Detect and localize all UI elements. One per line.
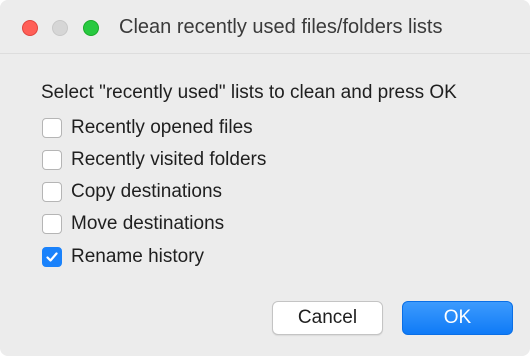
dialog-window: Clean recently used files/folders lists …: [0, 0, 530, 356]
option-recently-visited-folders[interactable]: Recently visited folders: [42, 147, 266, 173]
checkmark-icon: [46, 252, 58, 262]
checkbox-rename-history[interactable]: [42, 247, 62, 267]
dialog-prompt: Select "recently used" lists to clean an…: [41, 82, 457, 103]
option-move-destinations[interactable]: Move destinations: [42, 211, 224, 237]
option-recently-opened-files[interactable]: Recently opened files: [42, 115, 253, 141]
checkbox-copy-destinations[interactable]: [42, 182, 62, 202]
checkbox-move-destinations[interactable]: [42, 214, 62, 234]
option-label: Recently opened files: [71, 117, 253, 138]
option-label: Rename history: [71, 246, 205, 267]
minimize-window-button: [52, 20, 68, 36]
title-bar[interactable]: Clean recently used files/folders lists: [0, 0, 530, 54]
cancel-button[interactable]: Cancel: [272, 301, 383, 335]
checkbox-recently-visited-folders[interactable]: [42, 150, 62, 170]
option-rename-history[interactable]: Rename history: [42, 244, 204, 270]
zoom-window-button[interactable]: [83, 20, 99, 36]
option-label: Recently visited folders: [71, 149, 267, 170]
close-window-button[interactable]: [22, 20, 38, 36]
checkbox-recently-opened-files[interactable]: [42, 118, 62, 138]
window-title: Clean recently used files/folders lists: [119, 16, 443, 38]
option-label: Move destinations: [71, 213, 225, 234]
ok-button[interactable]: OK: [402, 301, 513, 335]
option-copy-destinations[interactable]: Copy destinations: [42, 179, 222, 205]
option-label: Copy destinations: [71, 181, 223, 202]
